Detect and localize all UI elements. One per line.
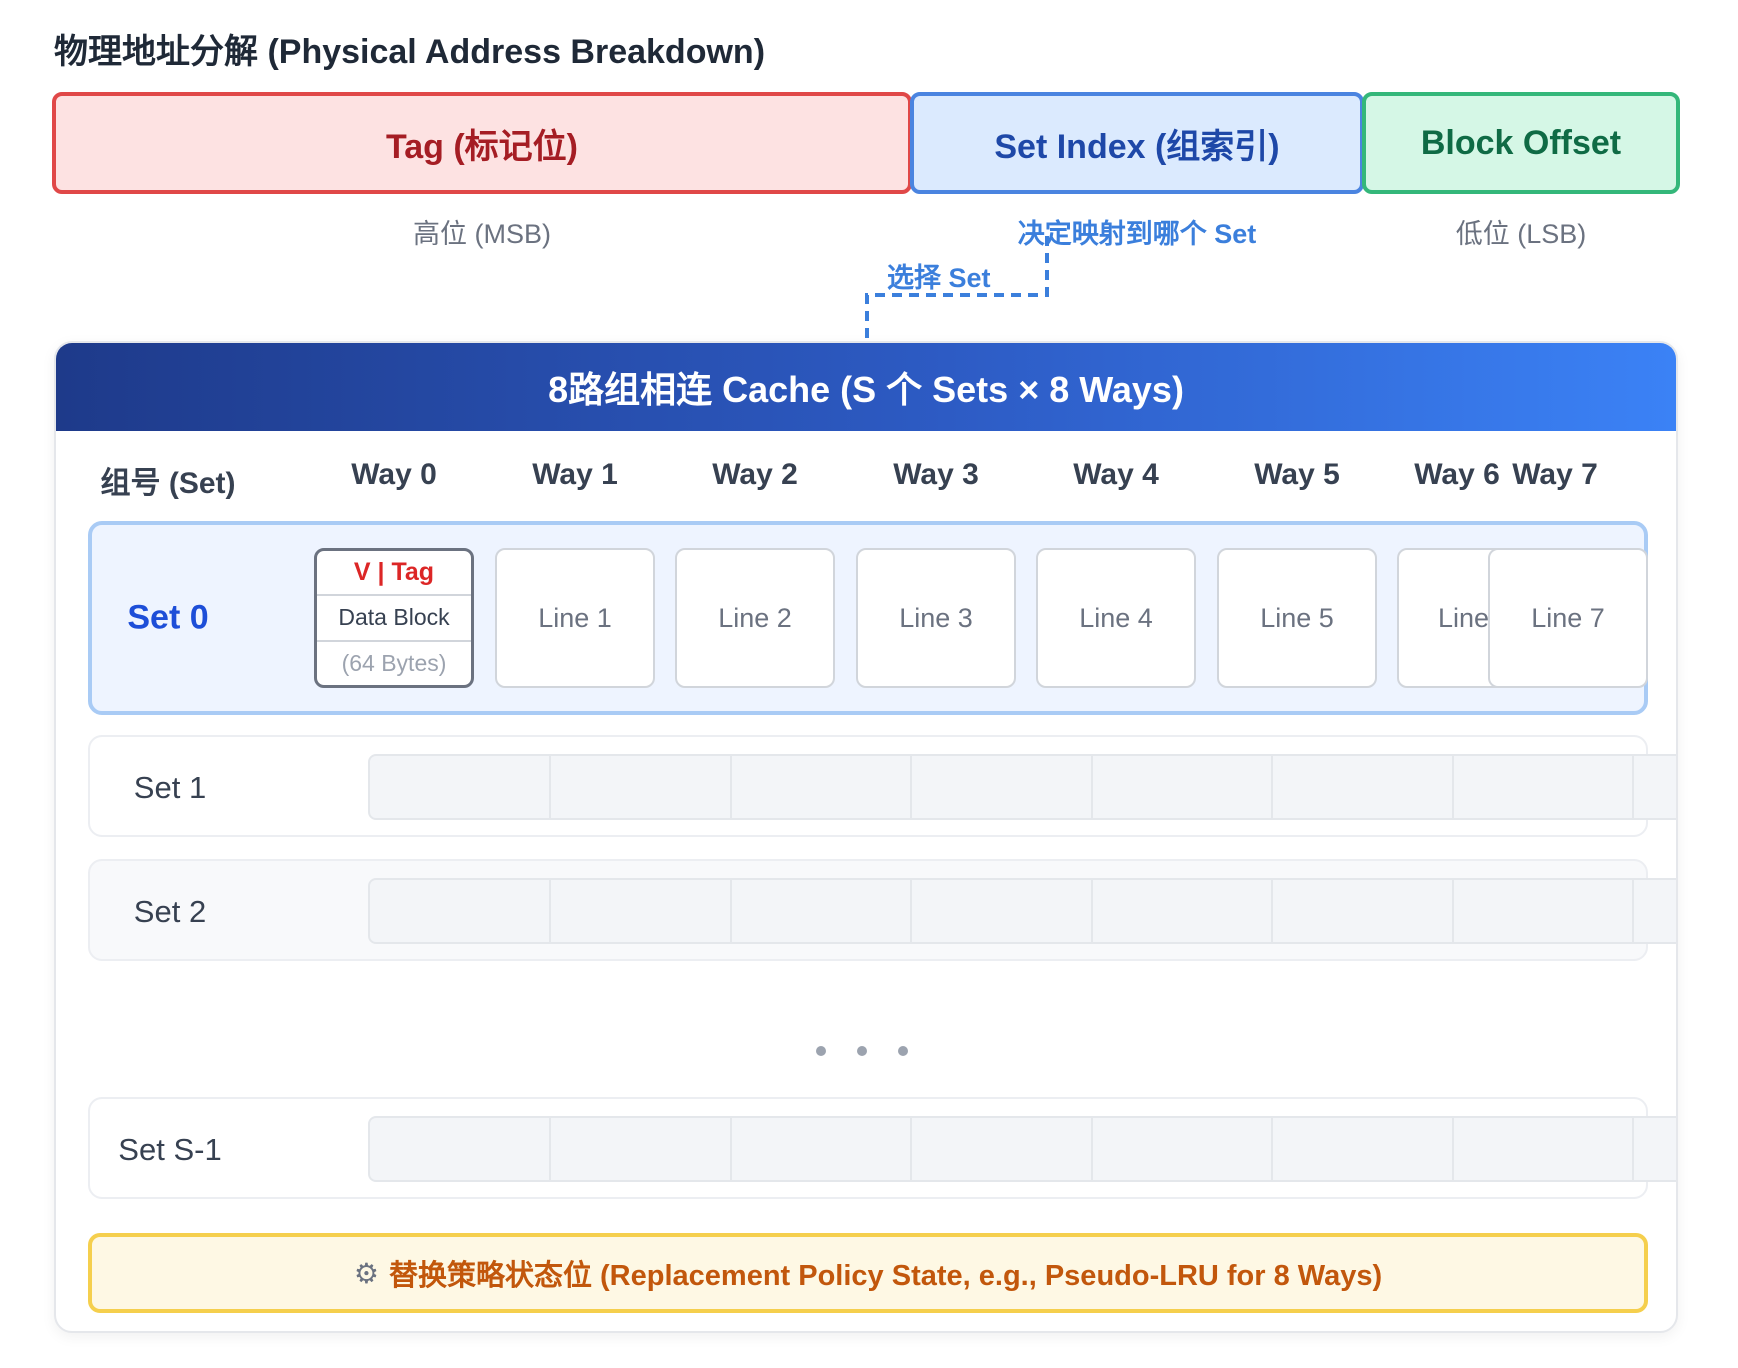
data-block: Data Block [317, 594, 471, 639]
way-header: Way 1 [532, 458, 618, 491]
cache-line: Line 5 [1217, 548, 1377, 688]
cache-panel: 8路组相连 Cache (S 个 Sets × 8 Ways) 组号 (Set)… [54, 341, 1678, 1333]
way-header: Way 4 [1073, 458, 1159, 491]
valid-tag-bits: V | Tag [353, 558, 435, 587]
way-header: Way 5 [1254, 458, 1340, 491]
set-line-strip [368, 1116, 1676, 1182]
way-header: Way 2 [712, 458, 798, 491]
cache-line: Line 7 [1488, 548, 1648, 688]
policy-text: 替换策略状态位 (Replacement Policy State, e.g.,… [388, 1260, 1383, 1292]
set-line-strip [368, 878, 1676, 944]
ellipsis-dot [816, 1046, 826, 1056]
cache-line: Line 1 [495, 548, 655, 688]
ellipsis-dot [898, 1046, 908, 1056]
cache-header: 8路组相连 Cache (S 个 Sets × 8 Ways) [56, 343, 1676, 431]
way-header: Way 0 [351, 458, 437, 491]
way-header: Way 6 [1414, 458, 1500, 491]
block-size: (64 Bytes) [317, 639, 471, 685]
set-row-0: Set 0 V | Tag Data Block (64 Bytes) Line… [88, 521, 1648, 715]
set-label: Set 0 [127, 598, 209, 637]
cache-line: Line 3 [856, 548, 1016, 688]
set-label: Set 2 [133, 894, 207, 929]
set-column-header: 组号 (Set) [100, 467, 236, 500]
replacement-policy-bar: ⚙ 替换策略状态位 (Replacement Policy State, e.g… [88, 1233, 1648, 1313]
set-label: Set S-1 [118, 1132, 222, 1167]
gear-icon: ⚙ [353, 1257, 379, 1289]
way-header: Way 7 [1512, 458, 1598, 491]
set-line-strip [368, 754, 1676, 820]
way-header: Way 3 [893, 458, 979, 491]
set-label: Set 1 [133, 770, 207, 805]
cache-line: Line 4 [1036, 548, 1196, 688]
cache-line: Line 2 [675, 548, 835, 688]
select-set-label: 选择 Set [887, 263, 991, 293]
cache-line-way-0: V | Tag Data Block (64 Bytes) [314, 548, 474, 688]
ellipsis-dot [857, 1046, 867, 1056]
